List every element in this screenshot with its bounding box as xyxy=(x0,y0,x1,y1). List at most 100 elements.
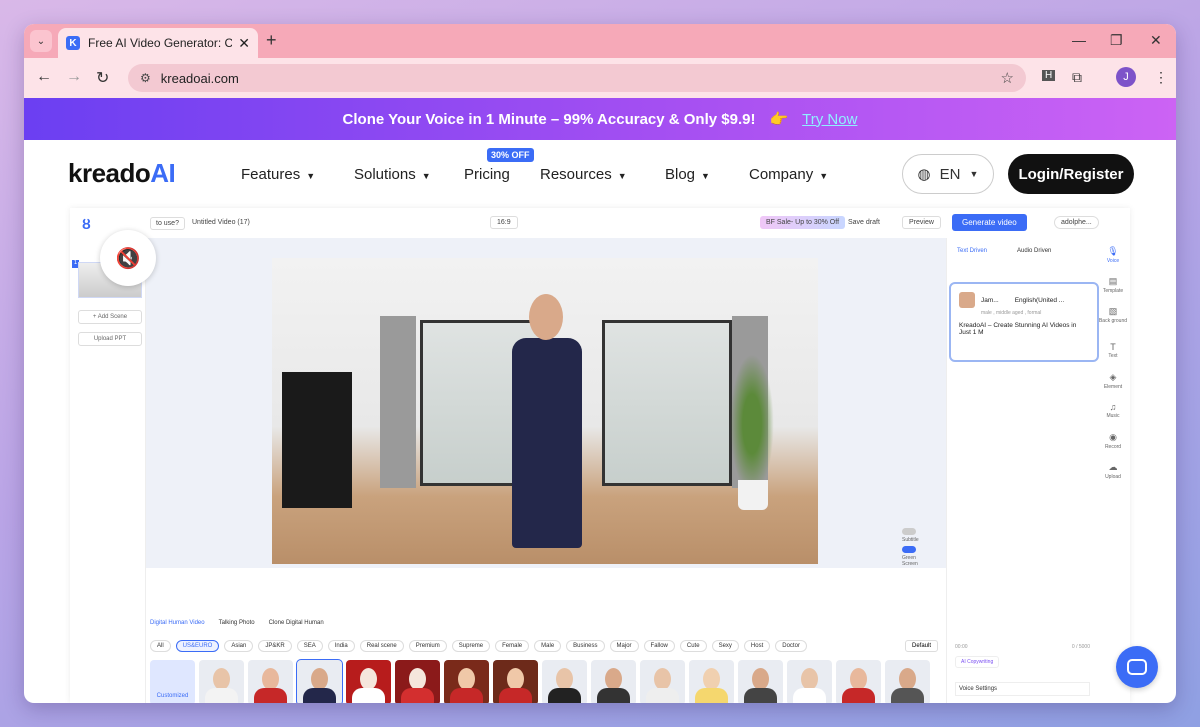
rail-record[interactable]: ◉ Record xyxy=(1096,432,1130,450)
voice-settings-toggle[interactable]: Voice Settings xyxy=(955,682,1090,696)
nav-solutions[interactable]: Solutions ▼ xyxy=(354,166,431,183)
generate-video-button[interactable]: Generate video xyxy=(952,214,1027,231)
filter-chip[interactable]: Major xyxy=(609,640,639,652)
reload-icon[interactable]: ↻ xyxy=(96,68,109,88)
avatar-thumbnail[interactable] xyxy=(296,659,343,703)
save-draft-button[interactable]: Save draft xyxy=(848,219,880,226)
profile-avatar[interactable]: J xyxy=(1116,67,1136,87)
avatar-thumbnail[interactable] xyxy=(738,660,783,703)
chat-support-button[interactable] xyxy=(1116,646,1158,688)
rail-element[interactable]: ◈ Element xyxy=(1096,372,1130,390)
avatar-thumbnail[interactable] xyxy=(346,660,391,703)
menu-kebab-icon[interactable]: ⋮ xyxy=(1154,69,1168,86)
avatar-thumbnail[interactable] xyxy=(885,660,930,703)
avatar-thumbnail[interactable] xyxy=(248,660,293,703)
video-stage[interactable] xyxy=(272,258,818,564)
add-scene-button[interactable]: + Add Scene xyxy=(78,310,142,324)
extensions-puzzle-icon[interactable]: ⧉ xyxy=(1072,69,1082,86)
filter-chip[interactable]: Real scene xyxy=(359,640,404,652)
green-screen-toggle[interactable] xyxy=(902,546,916,553)
sale-badge[interactable]: BF Sale- Up to 30% Off xyxy=(760,216,846,229)
restore-icon[interactable]: ❐ xyxy=(1110,32,1123,49)
ai-copywriting-button[interactable]: AI Copywriting xyxy=(955,656,1000,668)
tab-talking-photo[interactable]: Talking Photo xyxy=(219,620,255,626)
avatar-thumbnail[interactable] xyxy=(689,660,734,703)
tab-digital-human-video[interactable]: Digital Human Video xyxy=(150,620,205,626)
green-screen-label: Green Screen xyxy=(902,555,918,567)
voice-language[interactable]: English(United ... xyxy=(1015,297,1065,304)
filter-chip[interactable]: Host xyxy=(743,640,771,652)
tab-title: Free AI Video Generator: Create xyxy=(88,36,233,50)
tab-audio-driven[interactable]: Audio Driven xyxy=(1017,248,1051,254)
avatar-thumbnail[interactable] xyxy=(199,660,244,703)
filter-chip[interactable]: Asian xyxy=(224,640,254,652)
tab-search-icon[interactable]: ⌄ xyxy=(30,30,52,52)
filter-chip[interactable]: Sexy xyxy=(711,640,739,652)
forward-icon[interactable]: → xyxy=(66,68,82,86)
url-text: kreadoai.com xyxy=(160,70,239,86)
kreado-logo[interactable]: kreadoAI xyxy=(68,158,176,189)
preview-button[interactable]: Preview xyxy=(902,216,941,229)
filter-chip[interactable]: SEA xyxy=(296,640,323,652)
filter-chip[interactable]: Supreme xyxy=(451,640,491,652)
mute-speaker-icon[interactable]: 🔇 xyxy=(100,230,156,286)
filter-chip[interactable]: Business xyxy=(566,640,605,652)
filter-chip[interactable]: Male xyxy=(534,640,562,652)
try-now-link[interactable]: Try Now xyxy=(802,111,857,128)
extension-h-icon[interactable]: H xyxy=(1042,70,1056,81)
minimize-icon[interactable]: — xyxy=(1072,32,1086,48)
subtitle-toggle[interactable] xyxy=(902,528,916,535)
nav-pricing[interactable]: Pricing xyxy=(464,166,510,183)
aspect-ratio-select[interactable]: 16:9 xyxy=(490,216,518,229)
upload-ppt-button[interactable]: Upload PPT xyxy=(78,332,142,346)
rail-voice[interactable]: 🎙 Voice xyxy=(1096,246,1130,264)
how-to-use-button[interactable]: to use? xyxy=(150,217,185,230)
filter-chip[interactable]: US&EURO xyxy=(175,640,220,652)
rail-template[interactable]: ▤ Template xyxy=(1096,276,1130,294)
filter-chip[interactable]: All xyxy=(150,640,171,652)
back-icon[interactable]: ← xyxy=(36,68,52,86)
nav-features[interactable]: Features ▼ xyxy=(241,166,315,183)
user-menu[interactable]: adolphe... xyxy=(1054,216,1099,229)
rail-upload[interactable]: ☁ Upload xyxy=(1096,462,1130,480)
video-name[interactable]: Untitled Video (17) xyxy=(192,219,250,226)
site-info-icon[interactable]: ⚙ xyxy=(140,71,151,85)
customized-avatar-button[interactable]: Customized xyxy=(150,660,195,703)
new-tab-icon[interactable]: + xyxy=(266,30,277,51)
nav-company[interactable]: Company ▼ xyxy=(749,166,828,183)
filter-chip[interactable]: India xyxy=(327,640,355,652)
login-register-button[interactable]: Login/Register xyxy=(1008,154,1134,194)
avatar-thumbnail[interactable] xyxy=(542,660,587,703)
rail-background[interactable]: ▧ Back ground xyxy=(1096,306,1130,324)
char-count: 0 / 5000 xyxy=(1071,644,1090,650)
filter-chip[interactable]: Doctor xyxy=(775,640,807,652)
browser-tab[interactable]: K Free AI Video Generator: Create ✕ xyxy=(58,28,258,58)
avatar-thumbnail[interactable] xyxy=(836,660,881,703)
avatar-thumbnail[interactable] xyxy=(444,660,489,703)
avatar-thumbnail[interactable] xyxy=(787,660,832,703)
avatar-thumbnail[interactable] xyxy=(395,660,440,703)
avatar-thumbnail[interactable] xyxy=(591,660,636,703)
close-window-icon[interactable]: ✕ xyxy=(1150,32,1162,49)
avatar-thumbnail[interactable] xyxy=(493,660,538,703)
avatar-thumbnail[interactable] xyxy=(640,660,685,703)
rail-text[interactable]: T Text xyxy=(1096,342,1130,359)
address-bar[interactable]: ⚙ kreadoai.com ☆ xyxy=(128,64,1026,92)
bookmark-star-icon[interactable]: ☆ xyxy=(1001,69,1014,87)
script-text[interactable]: KreadoAI – Create Stunning AI Videos in … xyxy=(959,322,1089,336)
filter-chip[interactable]: Cute xyxy=(679,640,707,652)
close-tab-icon[interactable]: ✕ xyxy=(238,35,250,52)
filter-chip[interactable]: Premium xyxy=(408,640,447,652)
rail-music[interactable]: ♫ Music xyxy=(1096,402,1130,419)
filter-chip[interactable]: Fallow xyxy=(643,640,675,652)
filter-chip[interactable]: JP&KR xyxy=(258,640,292,652)
nav-resources[interactable]: Resources ▼ xyxy=(540,166,627,183)
rail-label: Record xyxy=(1104,444,1122,450)
nav-blog[interactable]: Blog ▼ xyxy=(665,166,710,183)
language-selector[interactable]: ◍ EN ▼ xyxy=(902,154,994,194)
sort-select[interactable]: Default xyxy=(904,640,938,652)
voice-script-card[interactable]: Jam... English(United ... male , middle … xyxy=(949,282,1099,362)
filter-chip[interactable]: Female xyxy=(495,640,530,652)
tab-clone-digital-human[interactable]: Clone Digital Human xyxy=(269,620,324,626)
tab-text-driven[interactable]: Text Driven xyxy=(957,248,987,254)
